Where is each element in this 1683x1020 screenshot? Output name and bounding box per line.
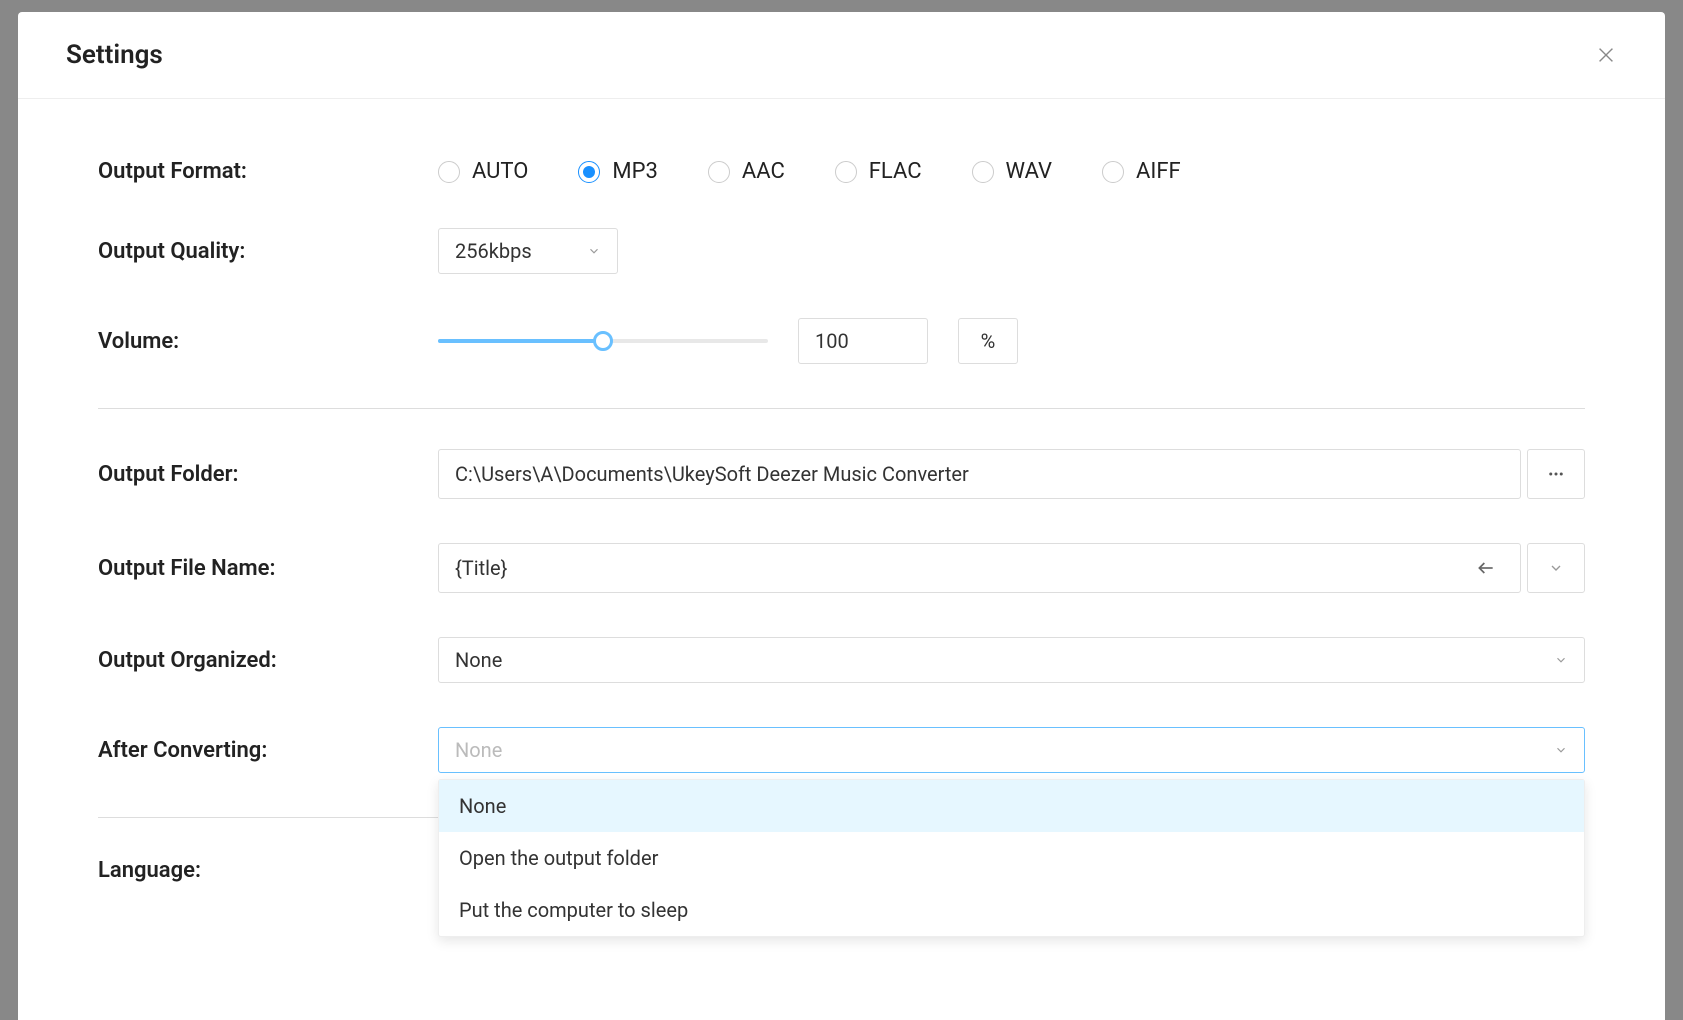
modal-header: Settings [18, 12, 1665, 99]
filename-dropdown-button[interactable] [1527, 543, 1585, 593]
output-format-radio-group: AUTO MP3 AAC FLAC WAV [438, 159, 1585, 184]
radio-label: MP3 [612, 159, 657, 184]
after-converting-select[interactable]: None [438, 727, 1585, 773]
output-quality-label: Output Quality: [98, 239, 438, 264]
output-organized-label: Output Organized: [98, 648, 438, 673]
radio-mp3[interactable]: MP3 [578, 159, 657, 184]
output-format-row: Output Format: AUTO MP3 AAC FLAC [98, 159, 1585, 184]
output-format-label: Output Format: [98, 159, 438, 184]
radio-label: AUTO [472, 159, 528, 184]
radio-flac[interactable]: FLAC [835, 159, 922, 184]
output-organized-select[interactable]: None [438, 637, 1585, 683]
settings-modal: Settings Output Format: AUTO MP3 AAC [18, 12, 1665, 1020]
radio-label: AAC [742, 159, 785, 184]
output-filename-value: {Title} [455, 556, 507, 580]
radio-label: AIFF [1136, 159, 1181, 184]
modal-body: Output Format: AUTO MP3 AAC FLAC [18, 99, 1665, 883]
radio-circle-icon [1102, 161, 1124, 183]
after-converting-controls: None None Open the output folder Put the… [438, 727, 1585, 773]
output-folder-value: C:\Users\A\Documents\UkeySoft Deezer Mus… [455, 462, 969, 486]
output-filename-label: Output File Name: [98, 556, 438, 581]
output-quality-row: Output Quality: 256kbps [98, 228, 1585, 274]
radio-aac[interactable]: AAC [708, 159, 785, 184]
radio-circle-checked-icon [578, 161, 600, 183]
after-converting-row: After Converting: None None Open the out… [98, 727, 1585, 773]
slider-track [438, 339, 603, 343]
volume-controls: 100 % [438, 318, 1585, 364]
slider-thumb[interactable] [593, 331, 613, 351]
after-converting-dropdown-wrapper: None None Open the output folder Put the… [438, 727, 1585, 773]
modal-title: Settings [66, 40, 163, 70]
chevron-down-icon [587, 244, 601, 258]
volume-unit: % [958, 318, 1018, 364]
language-label: Language: [98, 858, 438, 883]
radio-wav[interactable]: WAV [972, 159, 1052, 184]
output-quality-select[interactable]: 256kbps [438, 228, 618, 274]
output-filename-row: Output File Name: {Title} [98, 543, 1585, 593]
divider [98, 408, 1585, 409]
dropdown-item-sleep[interactable]: Put the computer to sleep [439, 884, 1584, 936]
output-quality-value: 256kbps [455, 239, 532, 263]
chevron-down-icon [1548, 560, 1564, 576]
dropdown-item-none[interactable]: None [439, 780, 1584, 832]
radio-circle-icon [708, 161, 730, 183]
radio-aiff[interactable]: AIFF [1102, 159, 1181, 184]
radio-circle-icon [972, 161, 994, 183]
radio-auto[interactable]: AUTO [438, 159, 528, 184]
output-folder-label: Output Folder: [98, 462, 438, 487]
output-filename-controls: {Title} [438, 543, 1585, 593]
browse-folder-button[interactable] [1527, 449, 1585, 499]
radio-circle-icon [438, 161, 460, 183]
radio-label: FLAC [869, 159, 922, 184]
chevron-down-icon [1554, 743, 1568, 757]
volume-slider[interactable] [438, 339, 768, 343]
chevron-down-icon [1554, 653, 1568, 667]
ellipsis-icon [1547, 465, 1565, 483]
output-folder-controls: C:\Users\A\Documents\UkeySoft Deezer Mus… [438, 449, 1585, 499]
volume-label: Volume: [98, 329, 438, 354]
radio-label: WAV [1006, 159, 1052, 184]
volume-input[interactable]: 100 [798, 318, 928, 364]
after-converting-label: After Converting: [98, 738, 438, 763]
output-folder-row: Output Folder: C:\Users\A\Documents\Ukey… [98, 449, 1585, 499]
arrow-left-icon [1476, 558, 1496, 578]
output-organized-row: Output Organized: None [98, 637, 1585, 683]
output-filename-input[interactable]: {Title} [438, 543, 1521, 593]
dropdown-item-open-folder[interactable]: Open the output folder [439, 832, 1584, 884]
after-converting-menu: None Open the output folder Put the comp… [438, 779, 1585, 937]
close-icon [1595, 44, 1617, 66]
output-organized-controls: None [438, 637, 1585, 683]
after-converting-placeholder: None [455, 738, 502, 762]
volume-row: Volume: 100 % [98, 318, 1585, 364]
output-quality-controls: 256kbps [438, 228, 1585, 274]
output-folder-input[interactable]: C:\Users\A\Documents\UkeySoft Deezer Mus… [438, 449, 1521, 499]
close-button[interactable] [1595, 44, 1617, 66]
output-organized-value: None [455, 648, 502, 672]
radio-circle-icon [835, 161, 857, 183]
